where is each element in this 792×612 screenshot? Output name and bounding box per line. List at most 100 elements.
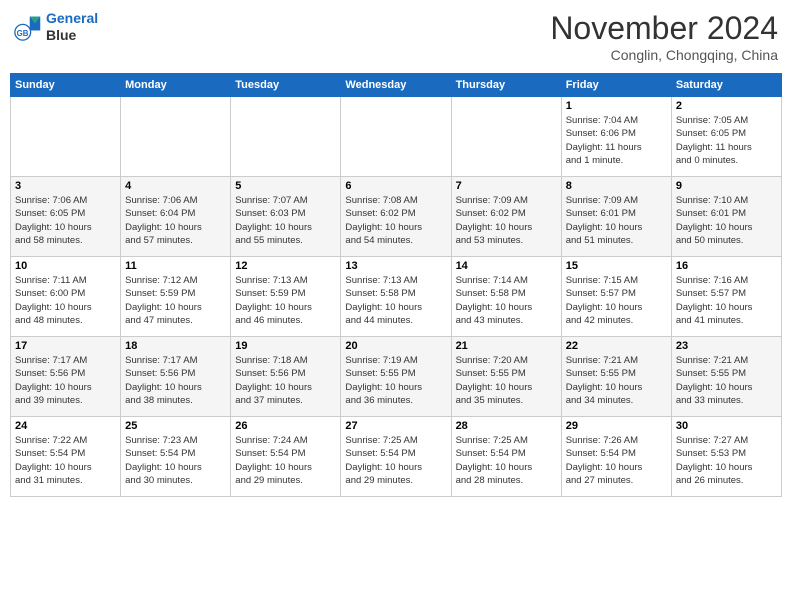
calendar-cell: 17 Sunrise: 7:17 AM Sunset: 5:56 PM Dayli… [11,337,121,417]
day-info: Sunrise: 7:14 AM Sunset: 5:58 PM Dayligh… [456,274,557,327]
day-number: 1 [566,100,667,112]
weekday-header-sunday: Sunday [11,74,121,97]
day-info: Sunrise: 7:17 AM Sunset: 5:56 PM Dayligh… [125,354,226,407]
calendar-cell [231,97,341,177]
calendar-cell: 19 Sunrise: 7:18 AM Sunset: 5:56 PM Dayli… [231,337,341,417]
weekday-header-tuesday: Tuesday [231,74,341,97]
logo-icon: GB [14,13,42,41]
calendar-cell: 15Sunrise: 7:15 AM Sunset: 5:57 PM Dayli… [561,257,671,337]
day-number: 4 [125,180,226,192]
day-info: Sunrise: 7:04 AM Sunset: 6:06 PM Dayligh… [566,114,667,167]
day-number: 19 [235,340,336,352]
day-info: Sunrise: 7:21 AM Sunset: 5:55 PM Dayligh… [566,354,667,407]
calendar-cell: 13Sunrise: 7:13 AM Sunset: 5:58 PM Dayli… [341,257,451,337]
calendar-cell: 7 Sunrise: 7:09 AM Sunset: 6:02 PM Daylig… [451,177,561,257]
day-info: Sunrise: 7:24 AM Sunset: 5:54 PM Dayligh… [235,434,336,487]
day-info: Sunrise: 7:12 AM Sunset: 5:59 PM Dayligh… [125,274,226,327]
calendar-cell: 28 Sunrise: 7:25 AM Sunset: 5:54 PM Dayli… [451,417,561,497]
logo-line1: General [46,10,98,26]
calendar-cell: 8Sunrise: 7:09 AM Sunset: 6:01 PM Daylig… [561,177,671,257]
calendar-week-1: 1 Sunrise: 7:04 AM Sunset: 6:06 PM Daylig… [11,97,782,177]
calendar-cell: 11 Sunrise: 7:12 AM Sunset: 5:59 PM Dayli… [121,257,231,337]
calendar-cell [121,97,231,177]
day-info: Sunrise: 7:05 AM Sunset: 6:05 PM Dayligh… [676,114,777,167]
calendar-cell: 27Sunrise: 7:25 AM Sunset: 5:54 PM Dayli… [341,417,451,497]
day-info: Sunrise: 7:25 AM Sunset: 5:54 PM Dayligh… [345,434,446,487]
month-title: November 2024 [550,10,778,47]
day-number: 21 [456,340,557,352]
day-info: Sunrise: 7:09 AM Sunset: 6:02 PM Dayligh… [456,194,557,247]
day-number: 11 [125,260,226,272]
day-info: Sunrise: 7:20 AM Sunset: 5:55 PM Dayligh… [456,354,557,407]
day-info: Sunrise: 7:08 AM Sunset: 6:02 PM Dayligh… [345,194,446,247]
calendar-cell: 4Sunrise: 7:06 AM Sunset: 6:04 PM Daylig… [121,177,231,257]
day-number: 24 [15,420,116,432]
calendar-cell: 10Sunrise: 7:11 AM Sunset: 6:00 PM Dayli… [11,257,121,337]
svg-text:GB: GB [17,29,29,38]
day-number: 12 [235,260,336,272]
logo-line2: Blue [46,27,98,44]
title-block: November 2024 Conglin, Chongqing, China [550,10,778,63]
day-number: 28 [456,420,557,432]
weekday-header-row: SundayMondayTuesdayWednesdayThursdayFrid… [11,74,782,97]
day-info: Sunrise: 7:13 AM Sunset: 5:59 PM Dayligh… [235,274,336,327]
calendar-week-3: 10Sunrise: 7:11 AM Sunset: 6:00 PM Dayli… [11,257,782,337]
calendar-cell: 2 Sunrise: 7:05 AM Sunset: 6:05 PM Daylig… [671,97,781,177]
calendar-cell: 20Sunrise: 7:19 AM Sunset: 5:55 PM Dayli… [341,337,451,417]
calendar-cell: 25 Sunrise: 7:23 AM Sunset: 5:54 PM Dayli… [121,417,231,497]
calendar-cell: 30 Sunrise: 7:27 AM Sunset: 5:53 PM Dayli… [671,417,781,497]
day-number: 10 [15,260,116,272]
calendar-cell: 21 Sunrise: 7:20 AM Sunset: 5:55 PM Dayli… [451,337,561,417]
day-info: Sunrise: 7:26 AM Sunset: 5:54 PM Dayligh… [566,434,667,487]
calendar-table: SundayMondayTuesdayWednesdayThursdayFrid… [10,73,782,497]
day-info: Sunrise: 7:25 AM Sunset: 5:54 PM Dayligh… [456,434,557,487]
calendar-cell: 18 Sunrise: 7:17 AM Sunset: 5:56 PM Dayli… [121,337,231,417]
day-number: 30 [676,420,777,432]
day-info: Sunrise: 7:23 AM Sunset: 5:54 PM Dayligh… [125,434,226,487]
calendar-cell: 24Sunrise: 7:22 AM Sunset: 5:54 PM Dayli… [11,417,121,497]
page-header: GB General Blue November 2024 Conglin, C… [10,10,782,63]
day-number: 14 [456,260,557,272]
day-number: 22 [566,340,667,352]
day-info: Sunrise: 7:21 AM Sunset: 5:55 PM Dayligh… [676,354,777,407]
day-info: Sunrise: 7:27 AM Sunset: 5:53 PM Dayligh… [676,434,777,487]
day-number: 16 [676,260,777,272]
weekday-header-saturday: Saturday [671,74,781,97]
day-info: Sunrise: 7:07 AM Sunset: 6:03 PM Dayligh… [235,194,336,247]
day-number: 9 [676,180,777,192]
calendar-cell: 23Sunrise: 7:21 AM Sunset: 5:55 PM Dayli… [671,337,781,417]
calendar-cell: 14 Sunrise: 7:14 AM Sunset: 5:58 PM Dayli… [451,257,561,337]
day-number: 18 [125,340,226,352]
calendar-cell: 5 Sunrise: 7:07 AM Sunset: 6:03 PM Daylig… [231,177,341,257]
logo: GB General Blue [14,10,98,44]
day-number: 2 [676,100,777,112]
day-number: 17 [15,340,116,352]
calendar-week-5: 24Sunrise: 7:22 AM Sunset: 5:54 PM Dayli… [11,417,782,497]
calendar-cell: 3Sunrise: 7:06 AM Sunset: 6:05 PM Daylig… [11,177,121,257]
day-number: 5 [235,180,336,192]
day-info: Sunrise: 7:10 AM Sunset: 6:01 PM Dayligh… [676,194,777,247]
location-subtitle: Conglin, Chongqing, China [550,47,778,63]
calendar-cell: 9 Sunrise: 7:10 AM Sunset: 6:01 PM Daylig… [671,177,781,257]
day-number: 3 [15,180,116,192]
day-info: Sunrise: 7:18 AM Sunset: 5:56 PM Dayligh… [235,354,336,407]
calendar-week-2: 3Sunrise: 7:06 AM Sunset: 6:05 PM Daylig… [11,177,782,257]
calendar-cell [11,97,121,177]
weekday-header-wednesday: Wednesday [341,74,451,97]
calendar-cell: 12 Sunrise: 7:13 AM Sunset: 5:59 PM Dayli… [231,257,341,337]
calendar-cell [451,97,561,177]
day-info: Sunrise: 7:16 AM Sunset: 5:57 PM Dayligh… [676,274,777,327]
day-number: 6 [345,180,446,192]
day-number: 15 [566,260,667,272]
weekday-header-monday: Monday [121,74,231,97]
calendar-cell: 16 Sunrise: 7:16 AM Sunset: 5:57 PM Dayli… [671,257,781,337]
calendar-cell: 26 Sunrise: 7:24 AM Sunset: 5:54 PM Dayli… [231,417,341,497]
day-number: 26 [235,420,336,432]
logo-text: General Blue [46,10,98,44]
weekday-header-thursday: Thursday [451,74,561,97]
day-number: 29 [566,420,667,432]
day-number: 7 [456,180,557,192]
day-number: 25 [125,420,226,432]
day-info: Sunrise: 7:09 AM Sunset: 6:01 PM Dayligh… [566,194,667,247]
day-info: Sunrise: 7:17 AM Sunset: 5:56 PM Dayligh… [15,354,116,407]
